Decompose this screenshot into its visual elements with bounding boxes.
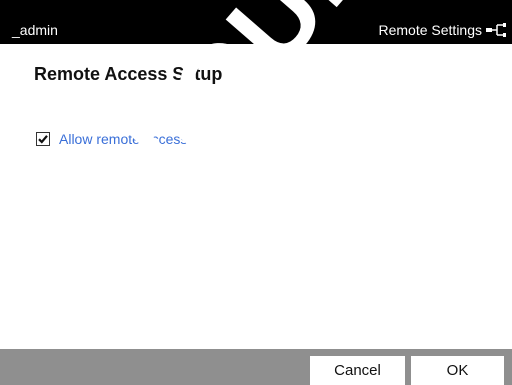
allow-remote-access-label[interactable]: Allow remote access — [59, 131, 187, 147]
content-panel: Remote Access Setup Allow remote access — [8, 44, 504, 349]
remote-settings-window: _admin Remote Settings Remote Access Set… — [0, 0, 512, 385]
user-label: _admin — [12, 22, 58, 38]
network-icon[interactable] — [486, 22, 508, 38]
page-title: Remote Access Setup — [34, 64, 223, 84]
checkmark-icon — [38, 135, 48, 144]
button-bar: Cancel OK — [0, 349, 512, 385]
allow-remote-access-option[interactable]: Allow remote access — [36, 131, 187, 147]
titlebar: _admin Remote Settings — [0, 0, 512, 44]
ok-button[interactable]: OK — [411, 356, 504, 385]
cancel-button[interactable]: Cancel — [310, 356, 405, 385]
screen-title: Remote Settings — [378, 22, 483, 38]
allow-remote-access-checkbox[interactable] — [36, 132, 50, 146]
